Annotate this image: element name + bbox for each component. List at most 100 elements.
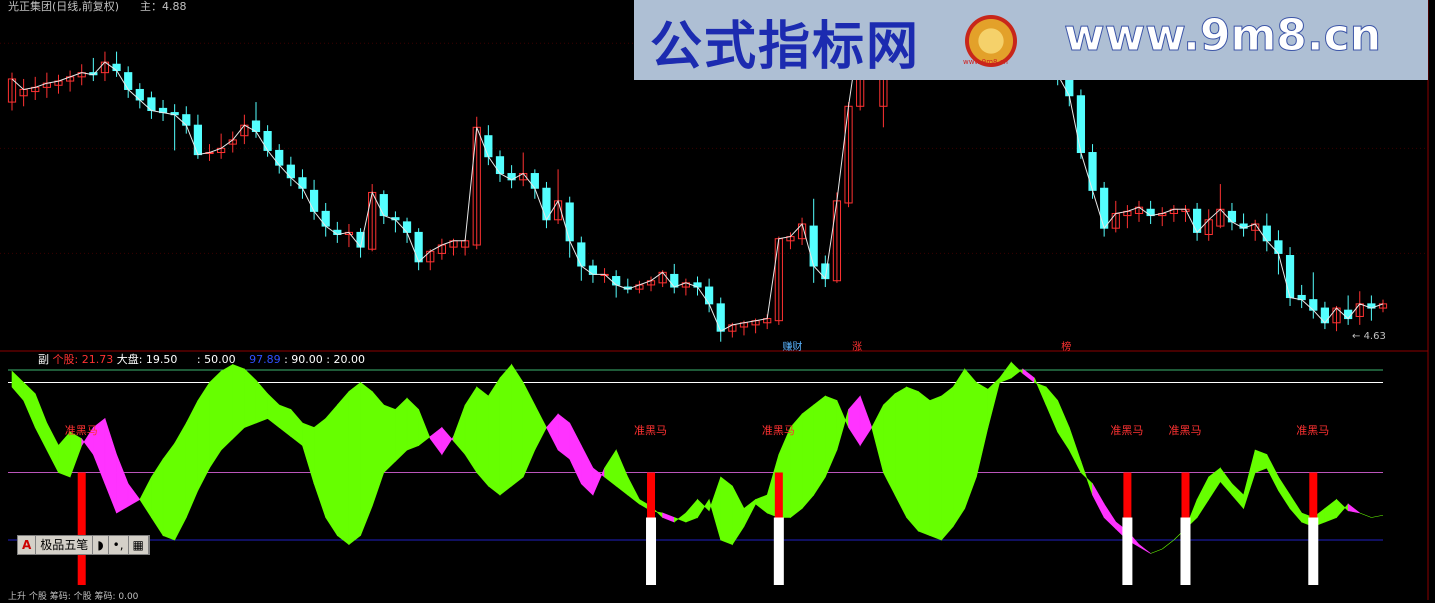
band-segment [127,482,141,507]
band-segment [522,382,536,478]
band-segment [453,404,466,456]
band-segment [1057,400,1070,452]
band-segment [708,476,722,541]
band-segment [220,363,234,451]
level-top-value: 97.89 [249,353,281,366]
band-segment [1231,483,1244,510]
chart-canvas: 赚财 涨 榜准黑马 准黑马 准黑马 准黑马 准黑马 准黑马 [0,0,1429,600]
signal-bar [77,472,86,585]
band-segment [627,476,640,505]
band-segment [848,395,861,447]
band-segment [720,476,733,545]
band-segment [871,404,884,473]
band-segment [1022,368,1035,384]
band-segment [859,395,873,447]
band-segment [69,431,83,478]
soft-keyboard-icon[interactable]: ▦ [129,536,149,554]
band-segment [1289,493,1302,523]
band-segment [987,377,1000,428]
chart-title: 光正集团(日线,前复权) [8,0,120,13]
sub-chart-header: 副 个股: 21.73 大盘: 19.50 : 50.00 97.89 : 90… [38,354,365,366]
band-segment [825,395,838,478]
band-segment [615,449,629,496]
signal-label: 准黑马 [1110,424,1143,437]
candle-body [112,63,121,72]
candle-body [565,202,574,242]
band-segment [406,397,419,451]
band-segment [209,370,222,470]
signal-bar-white [773,517,784,585]
band-segment [1068,427,1082,473]
candle-body [1262,225,1271,242]
band-segment [952,367,966,528]
band-segment [278,404,292,438]
band-segment [906,386,919,532]
band-segment [418,409,431,447]
band-segment [371,390,385,507]
band-segment [1138,543,1151,554]
market-value: 大盘: 19.50 [116,353,178,366]
band-segment [499,363,512,496]
half-width-moon-icon[interactable]: ◗ [93,536,109,554]
band-segment [755,494,768,514]
signal-label: 准黑马 [1296,424,1329,437]
main-price-readout: 主：4.88 [140,0,187,13]
band-segment [139,476,152,519]
ime-name[interactable]: 极品五笔 [36,536,94,554]
band-segment [488,376,501,496]
band-segment [162,442,175,541]
band-segment [743,498,756,527]
candle-body [1088,152,1097,191]
band-segment [23,381,36,428]
band-segment [581,445,594,496]
band-segment [383,404,396,474]
stock-value: 个股: 21.73 [52,353,114,366]
candle-body [414,231,423,263]
candle-body [1274,240,1283,254]
ime-mode-button[interactable]: A [18,536,37,554]
band-segment [46,422,59,473]
candle-body [298,177,307,189]
band-segment [313,417,327,518]
band-segment [255,379,268,424]
band-segment [673,512,687,523]
signal-bar-white [1180,517,1191,585]
band-segment [813,395,826,497]
band-segment [1278,475,1291,510]
candle-body [1076,95,1086,154]
band-segment [662,512,675,523]
band-segment [441,426,454,456]
candle-body [1309,299,1318,311]
band-segment [197,381,210,491]
sub-prefix: 副 [38,353,49,366]
band-segment [976,381,989,478]
band-segment [348,381,361,546]
band-segment [11,370,24,402]
band-segment [267,393,280,429]
band-segment [511,363,524,487]
banner-url: www.9m8.cn [1063,10,1382,62]
candle-body [530,173,539,189]
candle-body [705,286,714,305]
watermark-banner: 公式指标网 www.9m8.cn www.9m8.cn [634,0,1428,80]
punctuation-icon[interactable]: •, [109,536,129,554]
band-segment [999,361,1012,383]
candle-body [577,242,586,267]
candle-body [1285,255,1295,299]
candle-body [1344,309,1353,320]
footer-readout: 上升 个股 筹码: 个股 筹码: 0.00 [8,592,139,602]
candle-body [275,149,284,166]
band-segment [337,390,350,546]
signal-label: 准黑马 [762,424,795,437]
signal-bar-white [1122,517,1133,585]
candle-body [1227,210,1237,223]
band-segment [697,498,710,519]
band-segment [34,393,48,451]
ime-toolbar[interactable]: A 极品五笔 ◗ •, ▦ [17,535,150,555]
band-segment [151,457,164,537]
signal-label: 准黑马 [1168,424,1201,437]
band-segment [732,485,745,546]
band-segment [1347,503,1360,514]
event-label: 赚财 [782,340,802,353]
event-label: 涨 [852,341,862,353]
